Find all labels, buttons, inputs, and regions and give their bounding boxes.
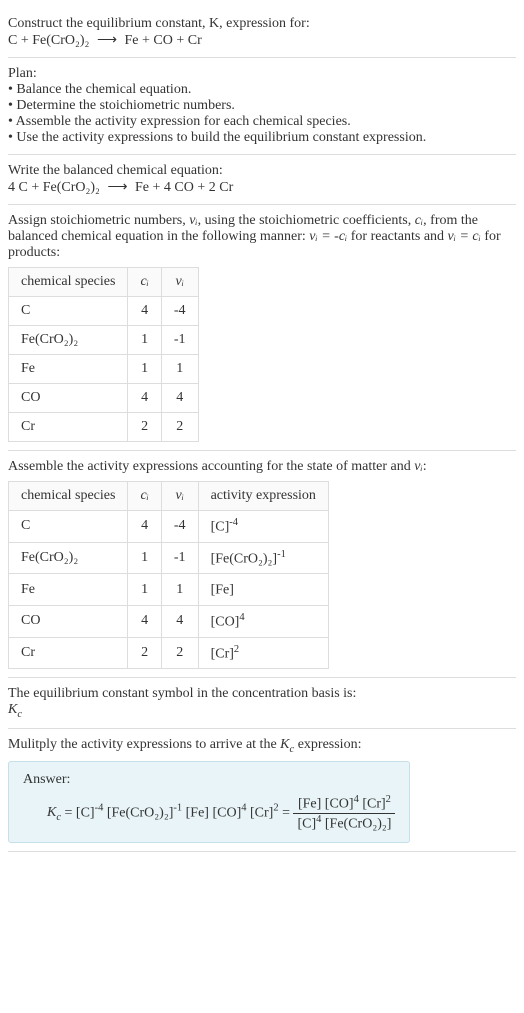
col-nui: νᵢ: [161, 482, 198, 511]
plan-item-4: • Use the activity expressions to build …: [8, 130, 516, 146]
table-row: Fe 1 1 [Fe]: [9, 574, 329, 606]
activity-section: Assemble the activity expressions accoun…: [8, 451, 516, 678]
eq-lhs: C + Fe(CrO₂)₂: [8, 33, 89, 48]
arrow-icon: ⟶: [93, 33, 121, 48]
table-row: CO 4 4: [9, 384, 199, 413]
table-header-row: chemical species cᵢ νᵢ activity expressi…: [9, 482, 329, 511]
col-ci: cᵢ: [128, 482, 161, 511]
symbol-text: The equilibrium constant symbol in the c…: [8, 686, 516, 702]
table-row: C 4 -4: [9, 297, 199, 326]
arrow-icon: ⟶: [103, 180, 131, 195]
activity-expr: [Cr]2: [198, 637, 328, 669]
balanced-lhs: 4 C + Fe(CrO₂)₂: [8, 180, 100, 195]
stoich-table: chemical species cᵢ νᵢ C 4 -4 Fe(CrO₂)₂ …: [8, 267, 199, 442]
activity-intro: Assemble the activity expressions accoun…: [8, 459, 516, 475]
table-row: CO 4 4 [CO]4: [9, 605, 329, 637]
multiply-section: Mulitply the activity expressions to arr…: [8, 729, 516, 852]
eq-rhs: Fe + CO + Cr: [125, 33, 202, 48]
answer-box: Answer: Kc = [C]-4 [Fe(CrO₂)₂]-1 [Fe] [C…: [8, 761, 410, 843]
table-header-row: chemical species cᵢ νᵢ: [9, 268, 199, 297]
problem-header: Construct the equilibrium constant, K, e…: [8, 8, 516, 58]
plan-item-2: • Determine the stoichiometric numbers.: [8, 98, 516, 114]
plan-item-3: • Assemble the activity expression for e…: [8, 114, 516, 130]
col-nui: νᵢ: [161, 268, 198, 297]
table-row: C 4 -4 [C]-4: [9, 511, 329, 543]
col-species: chemical species: [9, 268, 128, 297]
symbol-section: The equilibrium constant symbol in the c…: [8, 678, 516, 729]
answer-expression: Kc = [C]-4 [Fe(CrO₂)₂]-1 [Fe] [CO]4 [Cr]…: [23, 788, 395, 832]
stoich-section: Assign stoichiometric numbers, νᵢ, using…: [8, 205, 516, 451]
plan-item-1: • Balance the chemical equation.: [8, 82, 516, 98]
balanced-equation: 4 C + Fe(CrO₂)₂ ⟶ Fe + 4 CO + 2 Cr: [8, 179, 516, 196]
fraction-numerator: [Fe] [CO]4 [Cr]2: [293, 794, 395, 814]
stoich-intro: Assign stoichiometric numbers, νᵢ, using…: [8, 213, 516, 261]
activity-table: chemical species cᵢ νᵢ activity expressi…: [8, 481, 329, 669]
activity-expr: [Fe]: [198, 574, 328, 606]
balanced-section: Write the balanced chemical equation: 4 …: [8, 155, 516, 205]
kc-symbol: Kc: [8, 702, 516, 720]
table-row: Fe(CrO₂)₂ 1 -1 [Fe(CrO₂)₂]-1: [9, 542, 329, 574]
activity-expr: [CO]4: [198, 605, 328, 637]
unbalanced-equation: C + Fe(CrO₂)₂ ⟶ Fe + CO + Cr: [8, 33, 202, 48]
plan-title: Plan:: [8, 66, 516, 82]
col-expr: activity expression: [198, 482, 328, 511]
answer-label: Answer:: [23, 772, 395, 788]
balanced-rhs: Fe + 4 CO + 2 Cr: [135, 180, 233, 195]
table-row: Fe(CrO₂)₂ 1 -1: [9, 326, 199, 355]
table-row: Cr 2 2: [9, 413, 199, 442]
fraction-denominator: [C]4 [Fe(CrO₂)₂]: [293, 814, 395, 833]
balanced-title: Write the balanced chemical equation:: [8, 163, 516, 179]
col-ci: cᵢ: [128, 268, 161, 297]
table-row: Cr 2 2 [Cr]2: [9, 637, 329, 669]
activity-expr: [Fe(CrO₂)₂]-1: [198, 542, 328, 574]
col-species: chemical species: [9, 482, 128, 511]
header-line1: Construct the equilibrium constant, K, e…: [8, 16, 310, 31]
plan-section: Plan: • Balance the chemical equation. •…: [8, 58, 516, 155]
problem-statement: Construct the equilibrium constant, K, e…: [8, 16, 516, 49]
multiply-text: Mulitply the activity expressions to arr…: [8, 737, 516, 755]
activity-expr: [C]-4: [198, 511, 328, 543]
answer-fraction: [Fe] [CO]4 [Cr]2 [C]4 [Fe(CrO₂)₂]: [293, 794, 395, 832]
table-row: Fe 1 1: [9, 355, 199, 384]
